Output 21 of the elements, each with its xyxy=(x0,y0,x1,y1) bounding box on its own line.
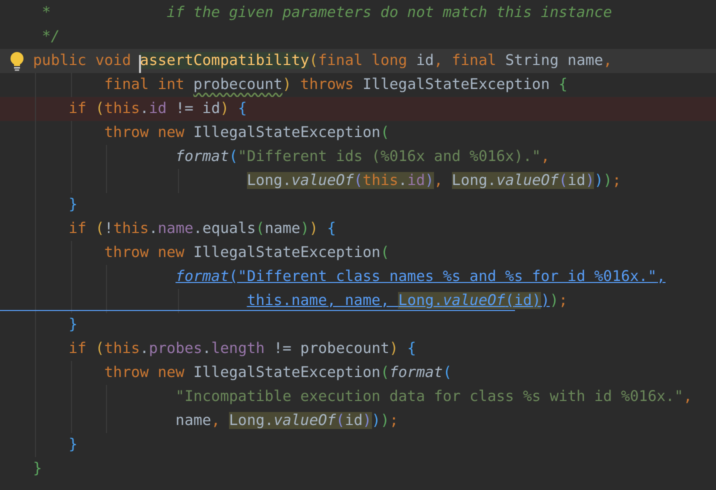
code-line: } xyxy=(68,435,78,455)
code-line: throw new IllegalStateException( xyxy=(104,243,390,263)
code-line: format("Different class names %s and %s for id %016x.", xyxy=(176,267,666,287)
code-line: public void assertCompatibility(final long id, final String name, xyxy=(33,49,612,73)
code-line: throw new IllegalStateException( xyxy=(104,123,390,143)
code-line: if (this.probes.length != probecount) { xyxy=(68,339,416,359)
lightbulb-icon[interactable] xyxy=(10,52,24,70)
code-line: "Incompatible execution data for class %s with id %016x.", xyxy=(176,387,692,407)
code-line: this.name, name, Long.valueOf(id))); xyxy=(246,291,568,311)
code-comment: * if the given parameters do not match this instance xyxy=(40,3,612,23)
code-line: throw new IllegalStateException(format( xyxy=(104,363,452,383)
code-line: } xyxy=(68,315,78,335)
code-line: if (!this.name.equals(name)) { xyxy=(68,219,336,239)
code-comment: */ xyxy=(40,27,60,47)
code-line: if (this.id != id) { xyxy=(68,99,247,119)
code-line: Long.valueOf(this.id), Long.valueOf(id))); xyxy=(246,171,622,191)
code-line: name, Long.valueOf(id))); xyxy=(176,411,398,431)
code-line: format("Different ids (%016x and %016x).", xyxy=(176,147,550,167)
code-line: } xyxy=(33,459,42,479)
code-line: final int probecount) throws IllegalStateException { xyxy=(104,75,568,95)
code-line: } xyxy=(68,195,78,215)
